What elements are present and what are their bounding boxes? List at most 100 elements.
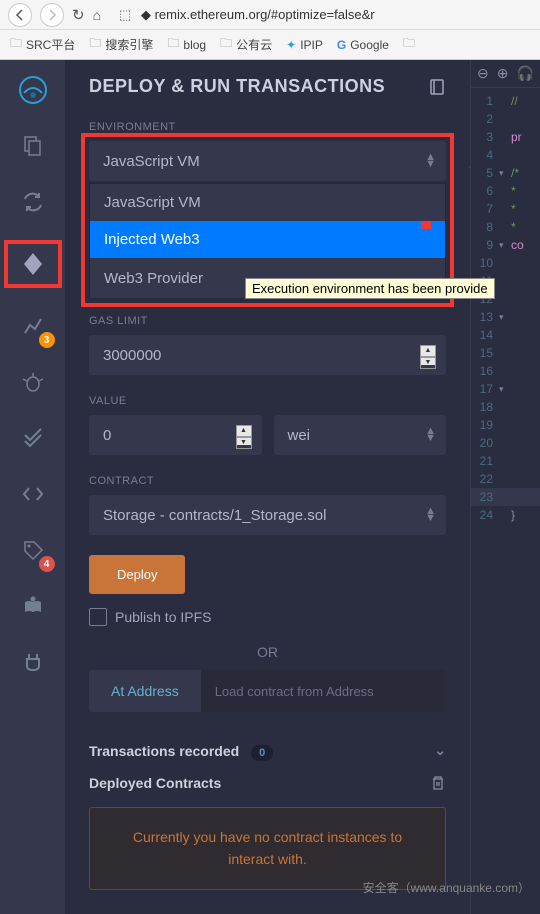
headphones-icon[interactable]: 🎧 bbox=[516, 65, 533, 82]
line-number: 20 bbox=[471, 436, 499, 450]
publish-ipfs-checkbox[interactable] bbox=[89, 608, 107, 626]
badge: 3 bbox=[39, 332, 55, 348]
gist-icon[interactable] bbox=[15, 476, 51, 512]
bookmark-item[interactable]: 🗀搜索引擎 bbox=[89, 34, 153, 55]
url-bar[interactable]: ⬚ ◆ remix.ethereum.org/#optimize=false&r bbox=[109, 7, 532, 23]
editor-line[interactable]: 16 bbox=[471, 362, 540, 380]
deployed-label: Deployed Contracts bbox=[89, 775, 221, 791]
panel-title: DEPLOY & RUN TRANSACTIONS bbox=[89, 76, 385, 97]
no-contracts-alert: Currently you have no contract instances… bbox=[89, 807, 446, 890]
book-icon[interactable] bbox=[15, 588, 51, 624]
editor-line[interactable]: 20 bbox=[471, 434, 540, 452]
editor-line[interactable]: 17▾ bbox=[471, 380, 540, 398]
zoom-out-icon[interactable]: ⊖ bbox=[477, 65, 489, 82]
editor-line[interactable]: 18 bbox=[471, 398, 540, 416]
folder-icon: 🗀 bbox=[89, 34, 101, 55]
line-number: 16 bbox=[471, 364, 499, 378]
editor-line[interactable]: 5▾/* bbox=[471, 164, 540, 182]
editor-line[interactable]: 10 bbox=[471, 254, 540, 272]
tag-icon[interactable]: 4 bbox=[15, 532, 51, 568]
editor-line[interactable]: 6 * bbox=[471, 182, 540, 200]
editor-line[interactable]: 21 bbox=[471, 452, 540, 470]
fold-icon[interactable]: ▾ bbox=[499, 312, 509, 323]
check-icon[interactable] bbox=[15, 420, 51, 456]
zoom-in-icon[interactable]: ⊕ bbox=[497, 65, 509, 82]
bookmark-item[interactable]: 🗀公有云 bbox=[220, 34, 272, 55]
editor-line[interactable]: 23 bbox=[471, 488, 540, 506]
editor-line[interactable]: 14 bbox=[471, 326, 540, 344]
folder-icon: 🗀 bbox=[167, 34, 179, 55]
lock-icon: ⬚ bbox=[119, 7, 131, 23]
editor-line[interactable]: 8 * bbox=[471, 218, 540, 236]
bookmark-item[interactable]: GGoogle bbox=[337, 38, 389, 52]
deploy-run-icon[interactable] bbox=[15, 246, 51, 282]
folder-icon: 🗀 bbox=[220, 34, 232, 55]
debugger-icon[interactable] bbox=[15, 364, 51, 400]
bookmark-item[interactable]: 🗀blog bbox=[167, 34, 206, 55]
line-number: 1 bbox=[471, 94, 499, 108]
book-icon[interactable] bbox=[428, 78, 446, 96]
line-number: 21 bbox=[471, 454, 499, 468]
folder-icon[interactable]: 🗀 bbox=[403, 34, 415, 55]
code-text: } bbox=[509, 508, 515, 522]
fold-icon[interactable]: ▾ bbox=[499, 384, 509, 395]
forward-button[interactable] bbox=[40, 3, 64, 27]
gaslimit-label: GAS LIMIT bbox=[89, 315, 446, 327]
at-address-input[interactable]: Load contract from Address bbox=[201, 670, 446, 712]
refresh-icon[interactable]: ↻ bbox=[72, 6, 85, 24]
fold-icon[interactable]: ▾ bbox=[499, 240, 509, 251]
bookmarks-bar: 🗀SRC平台 🗀搜索引擎 🗀blog 🗀公有云 ✦IPIP GGoogle 🗀 bbox=[0, 30, 540, 60]
analytics-icon[interactable]: 3 bbox=[15, 308, 51, 344]
contract-label: CONTRACT bbox=[89, 475, 446, 487]
contract-select[interactable]: Storage - contracts/1_Storage.sol ▲▼ bbox=[89, 495, 446, 535]
number-stepper[interactable]: ▲▼ bbox=[420, 345, 436, 365]
chevron-left-icon bbox=[14, 9, 26, 21]
editor-line[interactable]: 22 bbox=[471, 470, 540, 488]
remix-logo-icon[interactable] bbox=[15, 72, 51, 108]
line-number: 2 bbox=[471, 112, 499, 126]
environment-select[interactable]: JavaScript VM ▲▼ bbox=[89, 141, 446, 181]
value-field[interactable] bbox=[103, 427, 248, 444]
contract-group: CONTRACT Storage - contracts/1_Storage.s… bbox=[89, 475, 446, 535]
select-arrows-icon: ▲▼ bbox=[425, 428, 436, 442]
compiler-icon[interactable] bbox=[15, 184, 51, 220]
editor-line[interactable]: 9▾co bbox=[471, 236, 540, 254]
unit-select[interactable]: wei ▲▼ bbox=[274, 415, 447, 455]
bookmark-item[interactable]: ✦IPIP bbox=[286, 38, 323, 52]
back-button[interactable] bbox=[8, 3, 32, 27]
editor-line[interactable]: 3pr bbox=[471, 128, 540, 146]
editor-line[interactable]: 1 // bbox=[471, 92, 540, 110]
home-icon[interactable]: ⌂ bbox=[93, 7, 101, 23]
publish-ipfs-row[interactable]: Publish to IPFS bbox=[89, 608, 446, 626]
dropdown-option-jsvm[interactable]: JavaScript VM bbox=[90, 184, 445, 221]
bookmark-item[interactable]: 🗀SRC平台 bbox=[10, 34, 75, 55]
line-number: 6 bbox=[471, 184, 499, 198]
editor-line[interactable]: 7 * bbox=[471, 200, 540, 218]
editor-toolbar: ⊖ ⊕ 🎧 bbox=[471, 60, 540, 88]
gaslimit-field[interactable] bbox=[103, 347, 432, 364]
editor-line[interactable]: 24} bbox=[471, 506, 540, 524]
code-text: /* bbox=[509, 166, 519, 180]
file-explorer-icon[interactable] bbox=[15, 128, 51, 164]
transactions-row[interactable]: Transactions recorded 0 ⌄ bbox=[89, 736, 446, 765]
deploy-button[interactable]: Deploy bbox=[89, 555, 185, 594]
gaslimit-input[interactable]: ▲▼ bbox=[89, 335, 446, 375]
at-address-button[interactable]: At Address bbox=[89, 670, 201, 712]
trash-icon[interactable] bbox=[430, 775, 446, 791]
sidebar: 3 4 bbox=[0, 60, 65, 914]
fold-icon[interactable]: ▾ bbox=[499, 168, 509, 179]
editor-line[interactable]: 2 bbox=[471, 110, 540, 128]
code-text: // bbox=[509, 94, 518, 108]
value-group: VALUE ▲▼ wei ▲▼ bbox=[89, 395, 446, 455]
editor-line[interactable]: 19 bbox=[471, 416, 540, 434]
editor-line[interactable]: 15 bbox=[471, 344, 540, 362]
dropdown-option-injected[interactable]: Injected Web3 bbox=[90, 221, 445, 258]
editor-line[interactable]: 13▾ bbox=[471, 308, 540, 326]
line-number: 19 bbox=[471, 418, 499, 432]
chevron-down-icon: ⌄ bbox=[434, 742, 446, 759]
value-input[interactable]: ▲▼ bbox=[89, 415, 262, 455]
number-stepper[interactable]: ▲▼ bbox=[236, 425, 252, 445]
plugin-icon[interactable] bbox=[15, 644, 51, 680]
line-number: 14 bbox=[471, 328, 499, 342]
editor-line[interactable]: 4 bbox=[471, 146, 540, 164]
